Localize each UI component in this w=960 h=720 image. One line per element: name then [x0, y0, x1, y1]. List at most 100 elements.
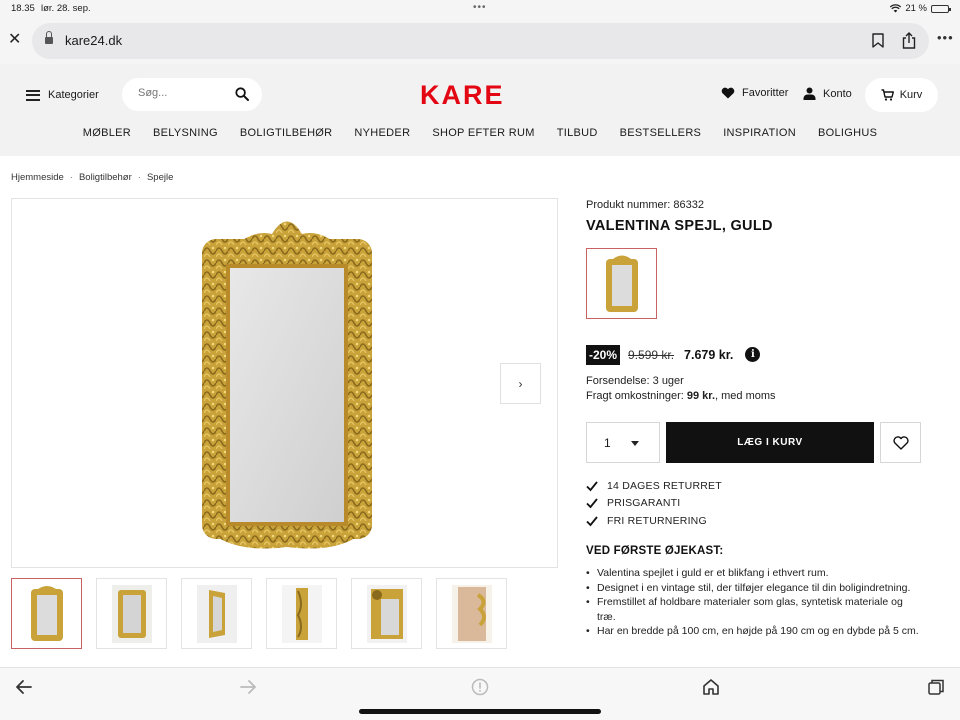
home-indicator[interactable]: [359, 709, 601, 714]
thumbnail-mirror-room: [111, 584, 152, 643]
product-title: VALENTINA SPEJL, GULD: [586, 218, 773, 234]
caret-down-icon: [631, 441, 639, 446]
status-bar: 18.35 lør. 28. sep. ••• 21 %: [0, 0, 960, 18]
thumbnail[interactable]: [96, 578, 167, 649]
shipping-cost-value: 99 kr.: [686, 390, 716, 402]
thumbnail[interactable]: [181, 578, 252, 649]
cart-button[interactable]: Kurv: [865, 78, 938, 112]
account-link[interactable]: Konto: [803, 87, 852, 100]
old-price: 9.599 kr.: [628, 347, 675, 362]
cart-icon: [881, 89, 894, 101]
add-to-cart-button[interactable]: LÆG I KURV: [666, 422, 874, 463]
heart-icon: [721, 87, 735, 99]
search-icon[interactable]: [235, 87, 249, 101]
search-box[interactable]: [122, 78, 262, 111]
quantity-value: 1: [604, 436, 611, 450]
variant-swatch[interactable]: [586, 248, 657, 319]
gallery-next-button[interactable]: ›: [500, 363, 541, 404]
categories-label: Kategorier: [48, 89, 99, 101]
bookmark-icon[interactable]: [872, 33, 884, 48]
address-bar[interactable]: kare24.dk: [32, 23, 929, 59]
nav-item-tilbud[interactable]: TILBUD: [546, 127, 609, 139]
variant-mirror-image: [605, 255, 638, 312]
breadcrumb: Hjemmeside · Boligtilbehør · Spejle: [11, 172, 173, 183]
site-header: Kategorier KARE Favoritter Konto Kurv MØ…: [0, 64, 960, 156]
more-options-icon[interactable]: •••: [937, 30, 954, 45]
logo-text: KARE: [420, 80, 505, 110]
breadcrumb-spejle[interactable]: Spejle: [147, 172, 173, 183]
nav-item-nyheder[interactable]: NYHEDER: [343, 127, 421, 139]
wifi-icon: [890, 4, 902, 13]
tabs-icon[interactable]: [927, 678, 945, 696]
benefits-list: 14 DAGES RETURRET PRISGARANTI FRI RETURN…: [586, 477, 722, 530]
favorites-link[interactable]: Favoritter: [721, 87, 788, 99]
account-label: Konto: [823, 87, 852, 100]
breadcrumb-separator: ·: [137, 172, 141, 183]
thumbnail[interactable]: [266, 578, 337, 649]
product-image-mirror[interactable]: [192, 209, 382, 559]
wishlist-button[interactable]: [880, 422, 921, 463]
check-icon: [586, 516, 598, 527]
thumbnail[interactable]: [436, 578, 507, 649]
glance-heading: VED FØRSTE ØJEKAST:: [586, 545, 724, 557]
url-text[interactable]: kare24.dk: [65, 33, 122, 48]
shipping-cost: Fragt omkostninger: 99 kr., med moms: [586, 390, 776, 402]
categories-menu-button[interactable]: Kategorier: [26, 86, 99, 104]
breadcrumb-boligtilbehor[interactable]: Boligtilbehør: [79, 172, 132, 183]
benefit-item: 14 DAGES RETURRET: [586, 477, 722, 495]
info-icon[interactable]: i: [745, 347, 761, 362]
nav-item-boligtilbehor[interactable]: BOLIGTILBEHØR: [229, 127, 344, 139]
shazam-icon[interactable]: [471, 678, 489, 696]
kare-logo[interactable]: KARE: [420, 81, 540, 109]
thumbnail-mirror-back: [451, 584, 492, 643]
close-icon[interactable]: ✕: [8, 31, 24, 49]
benefit-label: PRISGARANTI: [607, 497, 681, 510]
discount-badge: -20%: [586, 344, 621, 365]
benefit-label: FRI RETURNERING: [607, 514, 707, 527]
thumbnail-strip: [11, 578, 507, 649]
glance-list: Valentina spejlet i guld er et blikfang …: [586, 566, 920, 639]
home-icon[interactable]: [702, 678, 720, 696]
search-input[interactable]: [138, 87, 228, 99]
forward-arrow-icon[interactable]: [239, 678, 257, 696]
thumbnail-mirror-angle: [196, 584, 237, 643]
back-arrow-icon[interactable]: [15, 678, 33, 696]
lock-icon: [45, 31, 53, 45]
benefit-item: FRI RETURNERING: [586, 512, 722, 530]
price-row: -20% 9.599 kr. 7.679 kr. i: [586, 344, 761, 365]
nav-item-bestsellers[interactable]: BESTSELLERS: [609, 127, 713, 139]
hamburger-icon: [26, 89, 40, 101]
user-icon: [803, 87, 816, 100]
thumbnail[interactable]: [11, 578, 82, 649]
benefit-item: PRISGARANTI: [586, 495, 722, 513]
thumbnail-mirror-front: [30, 585, 63, 641]
check-icon: [586, 481, 598, 492]
glance-item: Har en bredde på 100 cm, en højde på 190…: [586, 624, 920, 639]
nav-item-inspiration[interactable]: INSPIRATION: [712, 127, 807, 139]
thumbnail[interactable]: [351, 578, 422, 649]
status-date: lør. 28. sep.: [41, 3, 91, 14]
thumbnail-mirror-side: [281, 584, 322, 643]
status-right: 21 %: [890, 3, 951, 14]
glance-item: Designet i en vintage stil, der tilføjer…: [586, 581, 920, 596]
nav-item-shop-efter-rum[interactable]: SHOP EFTER RUM: [421, 127, 545, 139]
battery-icon: [931, 4, 951, 13]
quantity-select[interactable]: 1: [586, 422, 660, 463]
breadcrumb-home[interactable]: Hjemmeside: [11, 172, 64, 183]
nav-item-belysning[interactable]: BELYSNING: [142, 127, 229, 139]
glance-item: Valentina spejlet i guld er et blikfang …: [586, 566, 920, 581]
nav-item-mobler[interactable]: MØBLER: [72, 127, 142, 139]
shipping-cost-suffix: , med moms: [715, 390, 776, 402]
breadcrumb-separator: ·: [69, 172, 73, 183]
multitasking-dots-icon[interactable]: •••: [473, 2, 487, 13]
shipping-time: Forsendelse: 3 uger: [586, 375, 684, 387]
glance-item: Fremstillet af holdbare materialer som g…: [586, 595, 920, 624]
cart-label: Kurv: [899, 89, 923, 101]
share-icon[interactable]: [902, 32, 916, 49]
browser-url-row: ✕ kare24.dk •••: [0, 18, 960, 64]
nav-item-bolighus[interactable]: BOLIGHUS: [807, 127, 888, 139]
main-nav: MØBLER BELYSNING BOLIGTILBEHØR NYHEDER S…: [0, 127, 960, 139]
benefit-label: 14 DAGES RETURRET: [607, 479, 722, 492]
shipping-cost-prefix: Fragt omkostninger:: [586, 390, 687, 402]
thumbnail-mirror-detail: [366, 584, 407, 643]
